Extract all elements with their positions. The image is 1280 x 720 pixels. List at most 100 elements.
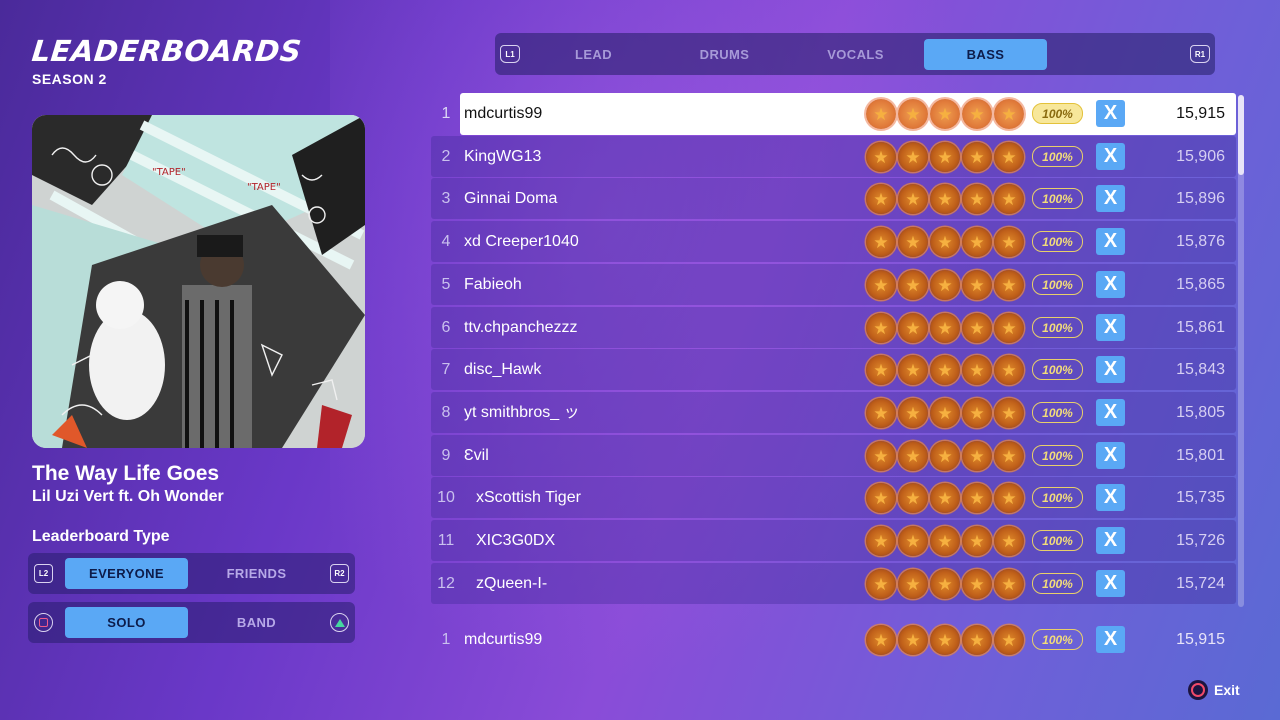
full-combo-x-icon: X (1096, 228, 1125, 255)
star-icon: ★ (962, 142, 992, 172)
mode-option-band[interactable]: BAND (195, 607, 318, 638)
square-button-icon[interactable] (34, 613, 53, 632)
rank: 5 (441, 276, 451, 293)
leaderboard-type-label: Leaderboard Type (32, 528, 170, 545)
star-icon: ★ (962, 526, 992, 556)
player-name: Fabieoh (464, 276, 522, 293)
star-icon: ★ (994, 142, 1024, 172)
leaderboard-row[interactable]: 7 disc_Hawk ★ ★ ★ ★ ★ 100% X 15,843 (431, 349, 1236, 390)
player-name: ttv.chpanchezzz (464, 319, 578, 336)
accuracy-badge: 100% (1032, 317, 1083, 338)
svg-text:"TAPE": "TAPE" (152, 167, 186, 178)
player-name: mdcurtis99 (464, 631, 543, 648)
leaderboard-row[interactable]: 2 KingWG13 ★ ★ ★ ★ ★ 100% X 15,906 (431, 136, 1236, 177)
star-icon: ★ (898, 227, 928, 257)
score: 15,735 (1176, 489, 1225, 506)
player-name: Ɛvil (464, 447, 489, 464)
leaderboard-row[interactable]: 12 zQueen-I- ★ ★ ★ ★ ★ 100% X 15,724 (431, 563, 1236, 604)
leaderboard-row[interactable]: 6 ttv.chpanchezzz ★ ★ ★ ★ ★ 100% X 15,861 (431, 307, 1236, 348)
star-icon: ★ (866, 227, 896, 257)
exit-button[interactable]: Exit (1188, 680, 1240, 700)
rank: 3 (441, 190, 451, 207)
full-combo-x-icon: X (1096, 185, 1125, 212)
scope-option-friends[interactable]: FRIENDS (195, 558, 318, 589)
star-icon: ★ (930, 142, 960, 172)
score: 15,861 (1176, 319, 1225, 336)
accuracy-badge: 100% (1032, 573, 1083, 594)
star-icon: ★ (930, 184, 960, 214)
star-icon: ★ (866, 398, 896, 428)
star-icon: ★ (962, 441, 992, 471)
star-icon: ★ (866, 184, 896, 214)
leaderboard-row[interactable]: 11 XIC3G0DX ★ ★ ★ ★ ★ 100% X 15,726 (431, 520, 1236, 561)
star-rating: ★ ★ ★ ★ ★ (866, 398, 1024, 428)
page-title: LEADERBOARDS (30, 34, 304, 68)
score: 15,724 (1176, 575, 1225, 592)
scrollbar-thumb[interactable] (1238, 95, 1244, 175)
accuracy-badge: 100% (1032, 445, 1083, 466)
star-rating: ★ ★ ★ ★ ★ (866, 99, 1024, 129)
score: 15,805 (1176, 404, 1225, 421)
full-combo-x-icon: X (1096, 626, 1125, 653)
star-icon: ★ (994, 355, 1024, 385)
star-icon: ★ (866, 355, 896, 385)
player-name: xd Creeper1040 (464, 233, 579, 250)
leaderboard-row[interactable]: 5 Fabieoh ★ ★ ★ ★ ★ 100% X 15,865 (431, 264, 1236, 305)
star-icon: ★ (898, 270, 928, 300)
score: 15,876 (1176, 233, 1225, 250)
player-name: KingWG13 (464, 148, 542, 165)
star-icon: ★ (866, 625, 896, 655)
star-rating: ★ ★ ★ ★ ★ (866, 184, 1024, 214)
leaderboard-row[interactable]: 9 Ɛvil ★ ★ ★ ★ ★ 100% X 15,801 (431, 435, 1236, 476)
full-combo-x-icon: X (1096, 527, 1125, 554)
star-icon: ★ (866, 483, 896, 513)
scrollbar[interactable] (1238, 95, 1244, 607)
leaderboard-row[interactable]: 4 xd Creeper1040 ★ ★ ★ ★ ★ 100% X 15,876 (431, 221, 1236, 262)
star-icon: ★ (930, 483, 960, 513)
star-icon: ★ (898, 398, 928, 428)
full-combo-x-icon: X (1096, 484, 1125, 511)
star-icon: ★ (962, 227, 992, 257)
leaderboard-row[interactable]: 1 mdcurtis99 ★ ★ ★ ★ ★ 100% X 15,915 (431, 93, 1236, 135)
tab-drums[interactable]: DRUMS (663, 39, 786, 70)
rank: 1 (441, 631, 451, 648)
accuracy-badge: 100% (1032, 487, 1083, 508)
leaderboard-row[interactable]: 10 xScottish Tiger ★ ★ ★ ★ ★ 100% X 15,735 (431, 477, 1236, 518)
triangle-button-icon[interactable] (330, 613, 349, 632)
star-icon: ★ (898, 625, 928, 655)
accuracy-badge: 100% (1032, 530, 1083, 551)
star-icon: ★ (930, 625, 960, 655)
star-icon: ★ (962, 355, 992, 385)
accuracy-badge: 100% (1032, 274, 1083, 295)
full-combo-x-icon: X (1096, 570, 1125, 597)
song-title: The Way Life Goes (32, 462, 220, 485)
leaderboard-row[interactable]: 8 yt smithbros_ ッ ★ ★ ★ ★ ★ 100% X 15,805 (431, 392, 1236, 433)
star-icon: ★ (898, 313, 928, 343)
l2-button-icon[interactable]: L2 (34, 564, 53, 583)
star-rating: ★ ★ ★ ★ ★ (866, 625, 1024, 655)
scope-option-everyone[interactable]: EVERYONE (65, 558, 188, 589)
tab-vocals[interactable]: VOCALS (794, 39, 917, 70)
tab-lead[interactable]: LEAD (532, 39, 655, 70)
mode-toggle[interactable]: SOLO BAND (28, 602, 355, 643)
score: 15,801 (1176, 447, 1225, 464)
scope-toggle[interactable]: L2 EVERYONE FRIENDS R2 (28, 553, 355, 594)
rank: 2 (441, 148, 451, 165)
star-icon: ★ (898, 526, 928, 556)
tab-bass[interactable]: BASS (924, 39, 1047, 70)
mode-option-solo[interactable]: SOLO (65, 607, 188, 638)
star-icon: ★ (930, 569, 960, 599)
l1-button-icon[interactable]: L1 (500, 45, 520, 63)
star-rating: ★ ★ ★ ★ ★ (866, 270, 1024, 300)
r1-button-icon[interactable]: R1 (1190, 45, 1210, 63)
star-icon: ★ (930, 313, 960, 343)
full-combo-x-icon: X (1096, 100, 1125, 127)
song-panel: LEADERBOARDS SEASON 2 "TAPE" "TAPE" The … (28, 34, 365, 643)
r2-button-icon[interactable]: R2 (330, 564, 349, 583)
score: 15,896 (1176, 190, 1225, 207)
star-icon: ★ (930, 270, 960, 300)
accuracy-badge: 100% (1032, 402, 1083, 423)
score: 15,726 (1176, 532, 1225, 549)
accuracy-badge: 100% (1032, 231, 1083, 252)
leaderboard-row[interactable]: 3 Ginnai Doma ★ ★ ★ ★ ★ 100% X 15,896 (431, 178, 1236, 219)
